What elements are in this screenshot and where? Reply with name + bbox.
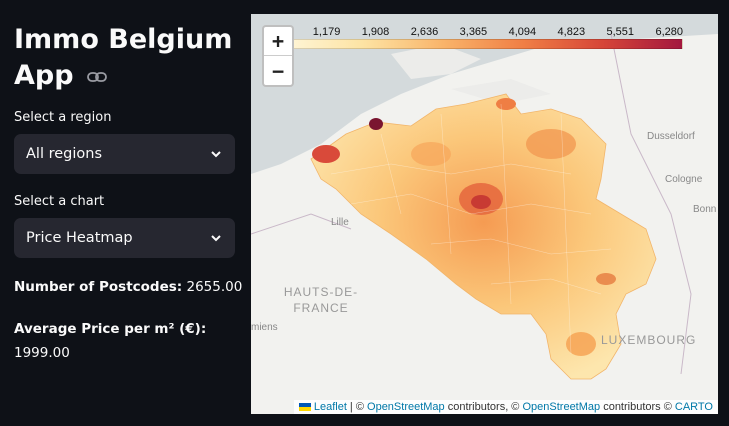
avg-price-stat: Average Price per m² (€): 1999.00 bbox=[14, 317, 206, 365]
legend-color-bar bbox=[283, 39, 683, 49]
chevron-down-icon bbox=[211, 151, 221, 158]
attrib-text-1: contributors, © bbox=[444, 401, 523, 413]
zoom-out-button[interactable]: − bbox=[264, 56, 292, 85]
legend-tick: 5,551 bbox=[606, 26, 635, 38]
chart-select-label: Select a chart bbox=[14, 194, 105, 209]
postcodes-value: 2655.00 bbox=[186, 279, 243, 295]
legend-tick: 1,908 bbox=[361, 26, 390, 38]
osm-link-1[interactable]: OpenStreetMap bbox=[367, 401, 445, 413]
chevron-down-icon bbox=[211, 235, 221, 242]
legend-ticks: 450 1,179 1,908 2,636 3,365 4,094 4,823 … bbox=[273, 26, 683, 38]
region-label-luxembourg: LUXEMBOURG bbox=[601, 333, 697, 347]
legend-tick: 4,823 bbox=[557, 26, 586, 38]
legend-tick: 2,636 bbox=[410, 26, 439, 38]
zoom-control: + − bbox=[262, 25, 294, 87]
city-label-bonn: Bonn bbox=[693, 204, 717, 215]
region-select-value: All regions bbox=[26, 146, 102, 162]
app-title: Immo Belgium App bbox=[14, 22, 234, 94]
city-label-lille: Lille bbox=[331, 217, 349, 228]
link-icon[interactable] bbox=[87, 71, 107, 83]
postcodes-stat: Number of Postcodes: 2655.00 bbox=[14, 275, 242, 299]
legend-tick: 4,094 bbox=[508, 26, 537, 38]
city-label-cologne: Cologne bbox=[665, 174, 703, 185]
leaflet-link[interactable]: Leaflet bbox=[314, 401, 347, 413]
region-select-label: Select a region bbox=[14, 110, 112, 125]
legend-tick: 3,365 bbox=[459, 26, 488, 38]
zoom-in-button[interactable]: + bbox=[264, 27, 292, 56]
app-title-text: Immo Belgium App bbox=[14, 24, 233, 91]
carto-link[interactable]: CARTO bbox=[675, 401, 713, 413]
postcodes-label: Number of Postcodes: bbox=[14, 279, 183, 295]
chart-select[interactable]: Price Heatmap bbox=[14, 218, 235, 258]
chart-select-value: Price Heatmap bbox=[26, 230, 133, 246]
region-select[interactable]: All regions bbox=[14, 134, 235, 174]
map-attribution: Leaflet | © OpenStreetMap contributors, … bbox=[293, 400, 718, 414]
ukraine-flag-icon bbox=[298, 403, 311, 412]
avg-price-value: 1999.00 bbox=[14, 345, 70, 361]
color-legend: 450 1,179 1,908 2,636 3,365 4,094 4,823 … bbox=[273, 26, 683, 49]
osm-link-2[interactable]: OpenStreetMap bbox=[522, 401, 600, 413]
legend-tick: 6,280 bbox=[655, 26, 683, 38]
map-base bbox=[251, 14, 718, 380]
city-label-amiens: miens bbox=[251, 322, 278, 333]
attrib-text-2: contributors © bbox=[600, 401, 675, 413]
sidebar: Immo Belgium App Select a region All reg… bbox=[0, 0, 250, 426]
region-label-hauts-de-france: HAUTS-DE-FRANCE bbox=[283, 285, 359, 315]
heatmap-map[interactable]: Dusseldorf Cologne Bonn Lille miens HAUT… bbox=[251, 14, 718, 414]
avg-price-label: Average Price per m² (€): bbox=[14, 321, 207, 337]
city-label-dusseldorf: Dusseldorf bbox=[647, 131, 695, 142]
legend-tick: 1,179 bbox=[312, 26, 341, 38]
